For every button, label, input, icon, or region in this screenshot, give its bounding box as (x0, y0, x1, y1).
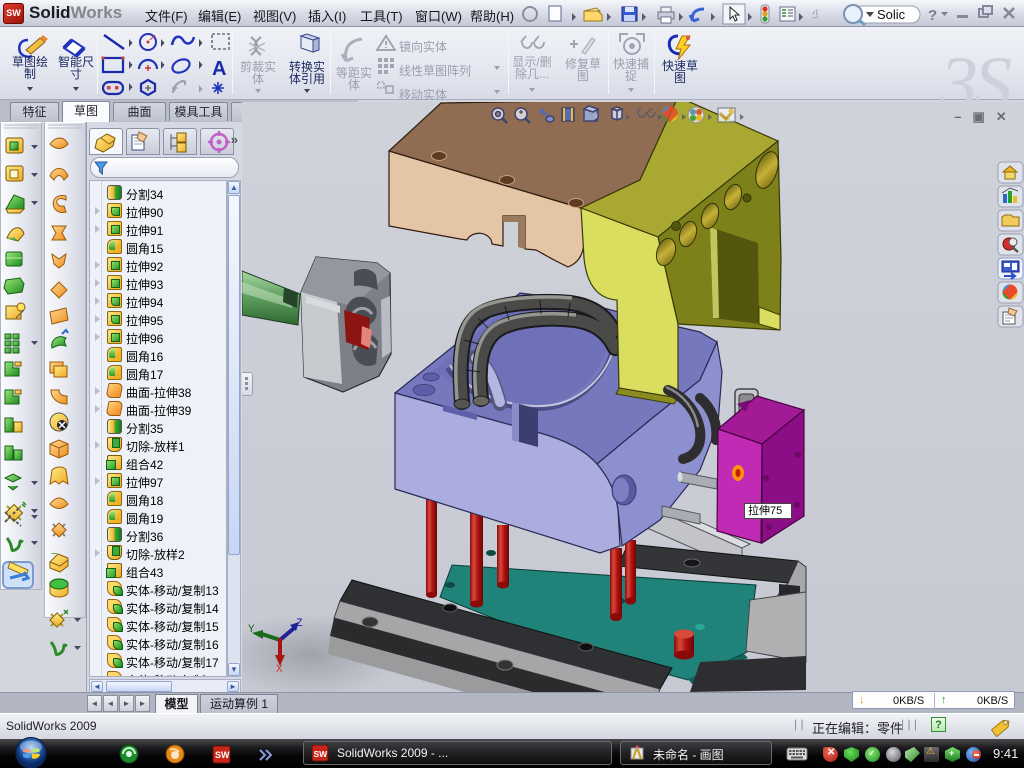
svg-text:Solic: Solic (877, 7, 906, 22)
svg-text:SW: SW (215, 750, 230, 760)
svg-text:?: ? (928, 7, 937, 24)
svg-text:少..: 少.. (812, 9, 818, 21)
svg-text:X: X (276, 664, 283, 676)
svg-text:Z: Z (296, 618, 303, 630)
svg-text:A: A (212, 58, 226, 80)
svg-text:Y: Y (248, 624, 255, 636)
svg-text:SW: SW (314, 749, 329, 759)
